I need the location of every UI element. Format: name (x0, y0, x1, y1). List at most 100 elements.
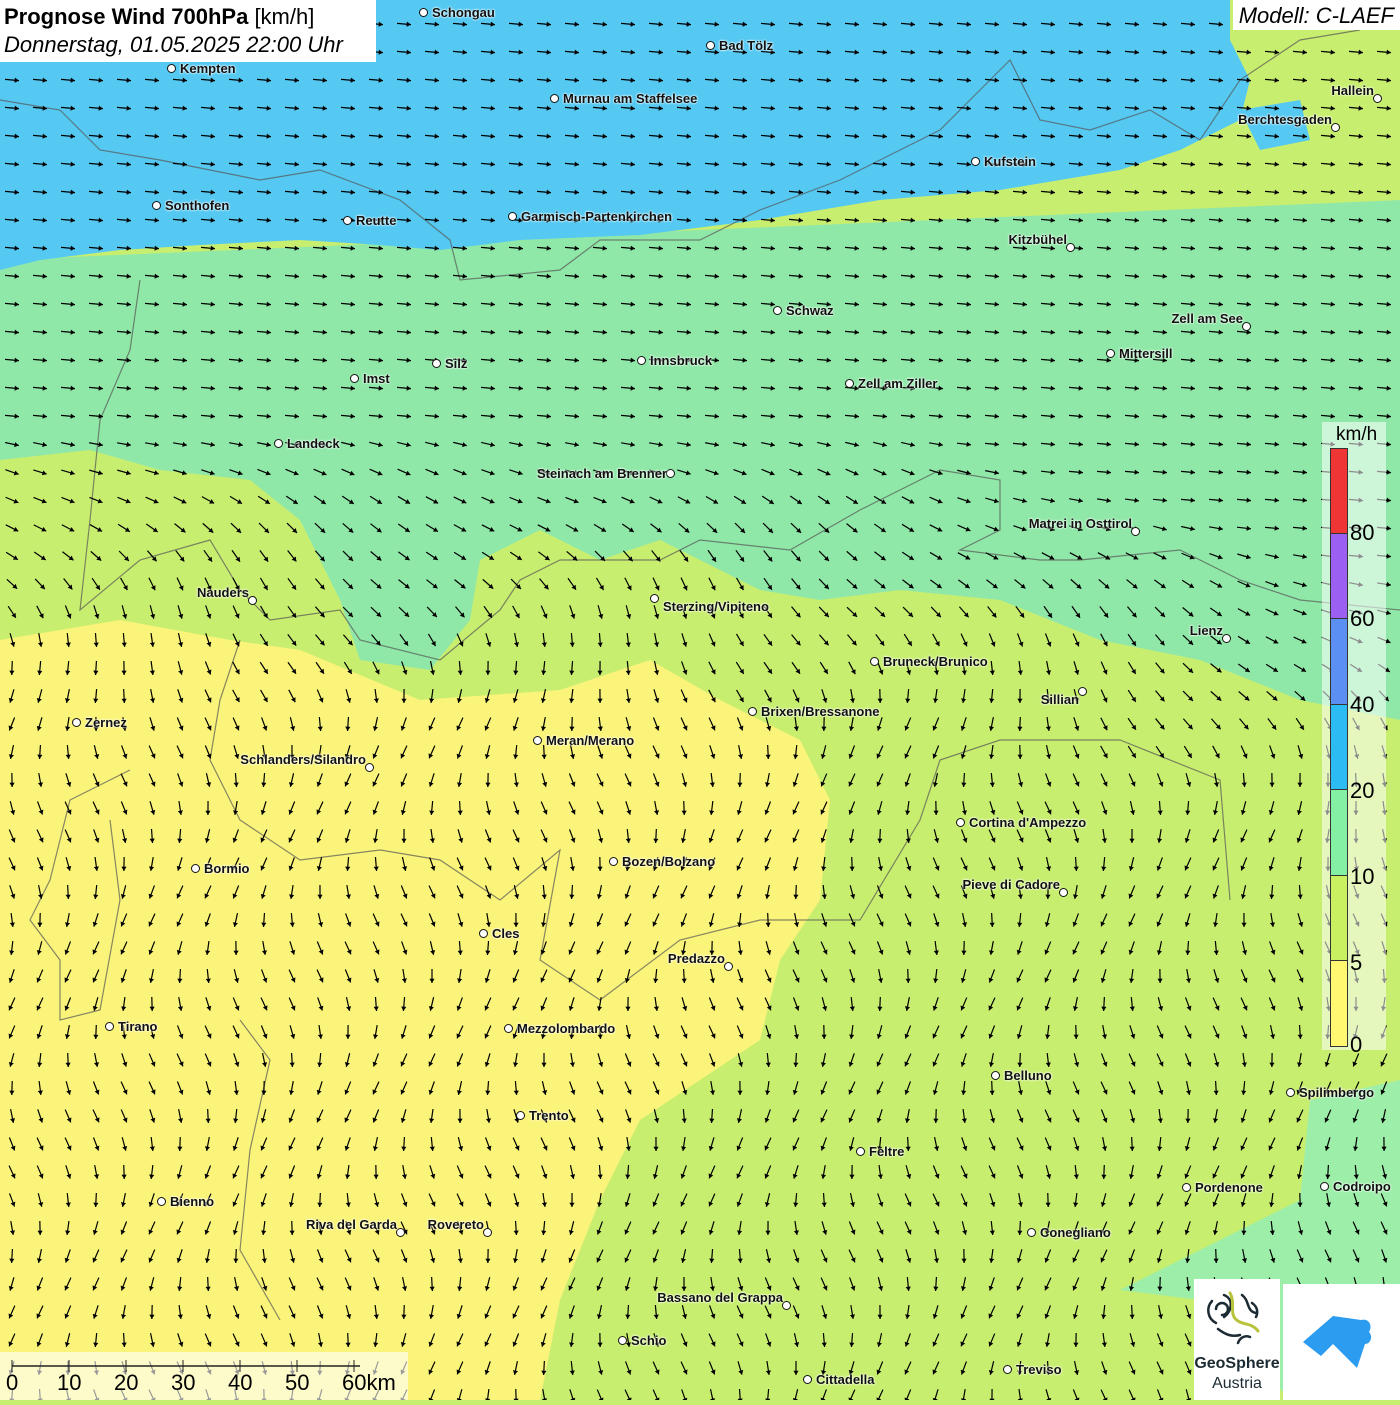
city-label: Lienz (1190, 623, 1223, 638)
legend-label: 10 (1350, 864, 1374, 890)
city-label: Sterzing/Vipiteno (663, 599, 769, 614)
city-label: Schio (631, 1333, 666, 1348)
scale-label: 50 (285, 1370, 309, 1396)
city-dot-icon (191, 864, 200, 873)
city-dot-icon (856, 1147, 865, 1156)
scale-label: 60km (342, 1370, 396, 1396)
title-box: Prognose Wind 700hPa [km/h] Donnerstag, … (0, 0, 376, 62)
geosphere-logo-icon (1194, 1279, 1280, 1355)
city-label: Schlanders/Silandro (240, 752, 366, 767)
city-label: Steinach am Brenner (537, 466, 667, 481)
city-label: Riva del Garda (306, 1217, 397, 1232)
city-label: Belluno (1004, 1068, 1052, 1083)
city-dot-icon (956, 818, 965, 827)
city-dot-icon (516, 1111, 525, 1120)
city-dot-icon (609, 857, 618, 866)
city-dot-icon (157, 1197, 166, 1206)
legend-bar (1330, 448, 1348, 1047)
city-label: Mezzolombardo (517, 1021, 615, 1036)
city-label: Cittadella (816, 1372, 875, 1387)
city-label: Zell am See (1171, 311, 1243, 326)
color-legend: km/h 806040201050 (1322, 422, 1386, 1050)
city-dot-icon (105, 1022, 114, 1031)
city-label: Nauders (197, 585, 249, 600)
city-label: Schwaz (786, 303, 834, 318)
city-dot-icon (1078, 687, 1087, 696)
city-dot-icon (1027, 1228, 1036, 1237)
legend-swatch (1330, 961, 1348, 1047)
city-label: Sonthofen (165, 198, 229, 213)
city-label: Predazzo (668, 951, 725, 966)
city-label: Silz (445, 356, 467, 371)
city-dot-icon (724, 962, 733, 971)
city-label: Zell am Ziller (858, 376, 937, 391)
city-label: Kitzbühel (1009, 232, 1068, 247)
city-dot-icon (350, 374, 359, 383)
city-dot-icon (666, 469, 675, 478)
legend-swatch (1330, 705, 1348, 791)
city-dot-icon (773, 306, 782, 315)
city-label: Imst (363, 371, 390, 386)
city-label: Berchtesgaden (1238, 112, 1332, 127)
map-title: Prognose Wind 700hPa [km/h] (4, 3, 376, 31)
city-label: Reutte (356, 213, 396, 228)
legend-swatch (1330, 619, 1348, 705)
city-label: Codroipo (1333, 1179, 1391, 1194)
city-dot-icon (1131, 527, 1140, 536)
legend-label: 40 (1350, 692, 1374, 718)
legend-swatch (1330, 790, 1348, 876)
legend-swatch (1330, 534, 1348, 620)
city-label: Bozen/Bolzano (622, 854, 715, 869)
city-label: Spilimbergo (1299, 1085, 1374, 1100)
city-dot-icon (152, 201, 161, 210)
city-dot-icon (72, 718, 81, 727)
legend-label: 5 (1350, 950, 1362, 976)
city-label: Kempten (180, 61, 236, 76)
city-dot-icon (650, 594, 659, 603)
city-dot-icon (343, 216, 352, 225)
city-dot-icon (550, 94, 559, 103)
city-dot-icon (533, 736, 542, 745)
scale-label: 30 (171, 1370, 195, 1396)
city-label: Bad Tölz (719, 38, 773, 53)
city-dot-icon (803, 1375, 812, 1384)
city-dot-icon (432, 359, 441, 368)
scale-label: 0 (6, 1370, 18, 1396)
city-label: Pieve di Cadore (962, 877, 1060, 892)
city-dot-icon (637, 356, 646, 365)
legend-unit: km/h (1336, 424, 1377, 446)
city-label: Cortina d'Ampezzo (969, 815, 1086, 830)
city-dot-icon (1003, 1365, 1012, 1374)
city-dot-icon (1373, 94, 1382, 103)
geosphere-austria-logo: GeoSphere Austria (1194, 1279, 1280, 1400)
city-label: Conegliano (1040, 1225, 1111, 1240)
city-dot-icon (248, 596, 257, 605)
legend-label: 0 (1350, 1032, 1362, 1058)
city-label: Matrei in Osttirol (1029, 516, 1132, 531)
city-dot-icon (396, 1228, 405, 1237)
city-dot-icon (419, 8, 428, 17)
city-label: Bruneck/Brunico (883, 654, 988, 669)
city-dot-icon (991, 1071, 1000, 1080)
app-logo (1283, 1284, 1400, 1400)
city-dot-icon (971, 157, 980, 166)
city-label: Bienno (170, 1194, 214, 1209)
city-label: Sillian (1041, 692, 1079, 707)
city-dot-icon (1106, 349, 1115, 358)
city-dot-icon (365, 763, 374, 772)
legend-label: 20 (1350, 778, 1374, 804)
city-dot-icon (1066, 243, 1075, 252)
city-label: Rovereto (428, 1217, 484, 1232)
city-label: Brixen/Bressanone (761, 704, 880, 719)
city-dot-icon (706, 41, 715, 50)
city-dot-icon (1059, 888, 1068, 897)
scale-label: 40 (228, 1370, 252, 1396)
city-dot-icon (1331, 123, 1340, 132)
city-label: Bormio (204, 861, 250, 876)
city-dot-icon (748, 707, 757, 716)
city-label: Garmisch-Partenkirchen (521, 209, 672, 224)
city-dot-icon (1242, 322, 1251, 331)
city-dot-icon (483, 1228, 492, 1237)
city-label: Meran/Merano (546, 733, 634, 748)
city-label: Feltre (869, 1144, 904, 1159)
